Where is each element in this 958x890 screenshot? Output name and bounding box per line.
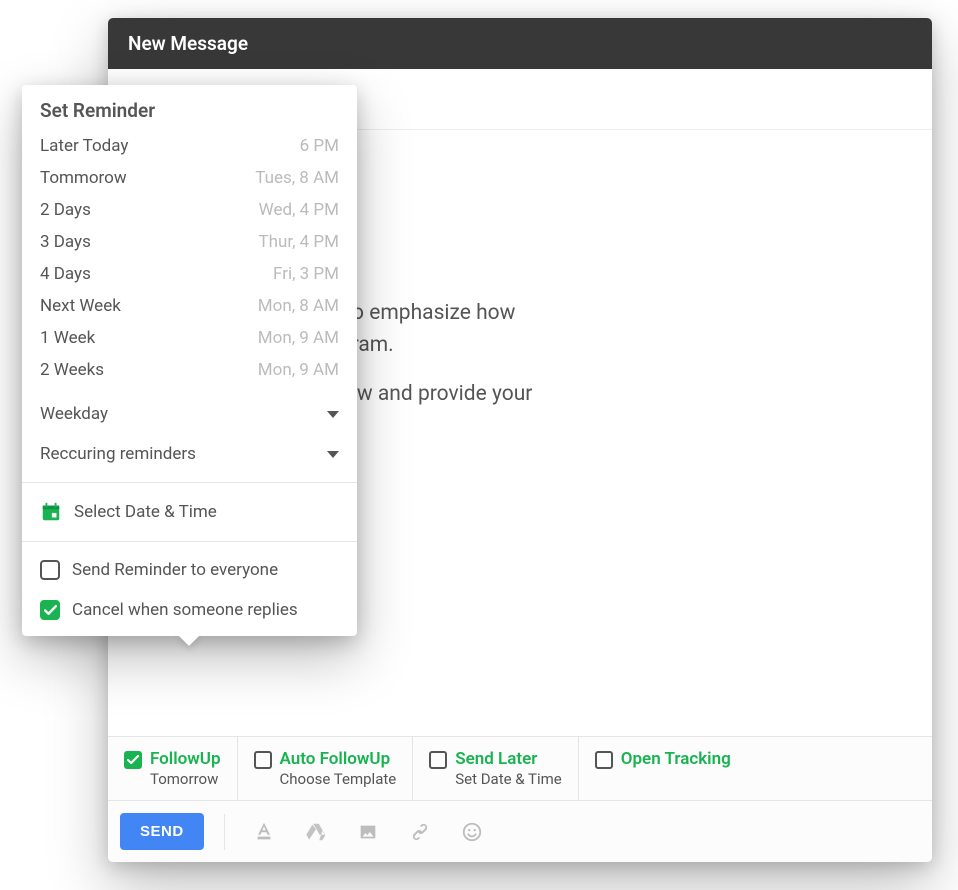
open-tracking-title: Open Tracking (621, 749, 731, 769)
send-everyone-option[interactable]: Send Reminder to everyone (22, 550, 357, 590)
checkbox-icon (595, 751, 613, 769)
preset-row[interactable]: Later Today 6 PM (22, 130, 357, 162)
recurring-dropdown[interactable]: Reccuring reminders (22, 434, 357, 474)
followup-title: FollowUp (150, 749, 221, 769)
preset-row[interactable]: Next Week Mon, 8 AM (22, 290, 357, 322)
send-later-toggle[interactable]: Send Later Set Date & Time (413, 737, 579, 800)
preset-row[interactable]: 2 Weeks Mon, 9 AM (22, 354, 357, 386)
preset-label: Next Week (40, 296, 121, 316)
open-tracking-toggle[interactable]: Open Tracking (579, 737, 747, 800)
preset-time: 6 PM (300, 136, 339, 156)
preset-label: 2 Days (40, 200, 91, 220)
preset-time: Mon, 9 AM (258, 360, 339, 380)
preset-time: Mon, 9 AM (258, 328, 339, 348)
image-icon[interactable] (357, 821, 379, 843)
preset-label: 4 Days (40, 264, 91, 284)
checkbox-icon (429, 751, 447, 769)
followup-sub: Tomorrow (150, 770, 221, 788)
chevron-down-icon (327, 411, 339, 418)
weekday-label: Weekday (40, 404, 108, 424)
preset-row[interactable]: 2 Days Wed, 4 PM (22, 194, 357, 226)
divider (22, 482, 357, 483)
preset-time: Tues, 8 AM (255, 168, 339, 188)
checkbox-checked-icon (40, 600, 60, 620)
window-titlebar[interactable]: New Message (108, 18, 932, 69)
preset-label: Later Today (40, 136, 128, 156)
preset-time: Wed, 4 PM (259, 200, 339, 220)
auto-followup-toggle[interactable]: Auto FollowUp Choose Template (238, 737, 414, 800)
send-everyone-label: Send Reminder to everyone (72, 560, 278, 580)
preset-label: Tommorow (40, 168, 127, 188)
cancel-reply-label: Cancel when someone replies (72, 600, 298, 620)
compose-toolbar: SEND (108, 801, 932, 862)
followup-toggle[interactable]: FollowUp Tomorrow (108, 737, 238, 800)
text-format-icon[interactable] (253, 821, 275, 843)
auto-followup-sub: Choose Template (280, 770, 397, 788)
select-date-time-option[interactable]: Select Date & Time (22, 491, 357, 533)
preset-label: 3 Days (40, 232, 91, 252)
toolbar-separator (224, 814, 225, 850)
send-button[interactable]: SEND (120, 813, 204, 850)
drive-icon[interactable] (305, 821, 327, 843)
preset-row[interactable]: Tommorow Tues, 8 AM (22, 162, 357, 194)
preset-row[interactable]: 1 Week Mon, 9 AM (22, 322, 357, 354)
set-reminder-popover: Set Reminder Later Today 6 PM Tommorow Tues… (22, 85, 357, 636)
checkbox-icon (254, 751, 272, 769)
preset-row[interactable]: 4 Days Fri, 3 PM (22, 258, 357, 290)
link-icon[interactable] (409, 821, 431, 843)
weekday-dropdown[interactable]: Weekday (22, 394, 357, 434)
preset-label: 2 Weeks (40, 360, 104, 380)
followup-checkbox-icon (124, 751, 142, 769)
action-row: FollowUp Tomorrow Auto FollowUp Choose T… (108, 736, 932, 801)
calendar-icon (40, 501, 62, 523)
preset-list: Later Today 6 PM Tommorow Tues, 8 AM 2 Days W… (22, 130, 357, 386)
select-dt-label: Select Date & Time (74, 502, 217, 522)
chevron-down-icon (327, 451, 339, 458)
send-later-sub: Set Date & Time (455, 770, 562, 788)
emoji-icon[interactable] (461, 821, 483, 843)
divider (22, 541, 357, 542)
recurring-label: Reccuring reminders (40, 444, 196, 464)
preset-row[interactable]: 3 Days Thur, 4 PM (22, 226, 357, 258)
window-title: New Message (128, 32, 248, 55)
send-later-title: Send Later (455, 749, 562, 769)
auto-followup-title: Auto FollowUp (280, 749, 397, 769)
preset-label: 1 Week (40, 328, 95, 348)
preset-time: Thur, 4 PM (258, 232, 339, 252)
preset-time: Mon, 8 AM (258, 296, 339, 316)
popover-title: Set Reminder (22, 85, 357, 130)
cancel-reply-option[interactable]: Cancel when someone replies (22, 590, 357, 636)
preset-time: Fri, 3 PM (273, 264, 339, 284)
checkbox-icon (40, 560, 60, 580)
